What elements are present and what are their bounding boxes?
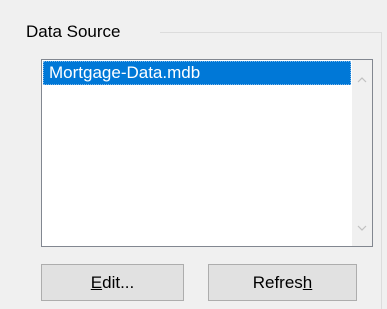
- group-border-top: [160, 32, 382, 33]
- vertical-scrollbar[interactable]: [352, 60, 372, 246]
- chevron-up-icon[interactable]: [352, 70, 372, 90]
- edit-button-label: dit...: [102, 272, 135, 292]
- chevron-down-icon[interactable]: [352, 218, 372, 238]
- list-item-mortgage-data[interactable]: Mortgage-Data.mdb: [43, 61, 351, 85]
- refresh-button-mnemonic: h: [302, 272, 313, 292]
- refresh-button[interactable]: Refres h: [208, 264, 357, 301]
- refresh-button-label: Refres: [252, 272, 303, 292]
- edit-button[interactable]: Edit...: [41, 264, 184, 301]
- group-border-right: [381, 32, 382, 309]
- data-source-group-title: Data Source: [26, 22, 121, 41]
- edit-button-mnemonic: E: [90, 272, 103, 292]
- listbox-items: Mortgage-Data.mdb: [43, 61, 351, 245]
- data-source-listbox[interactable]: Mortgage-Data.mdb: [41, 59, 373, 247]
